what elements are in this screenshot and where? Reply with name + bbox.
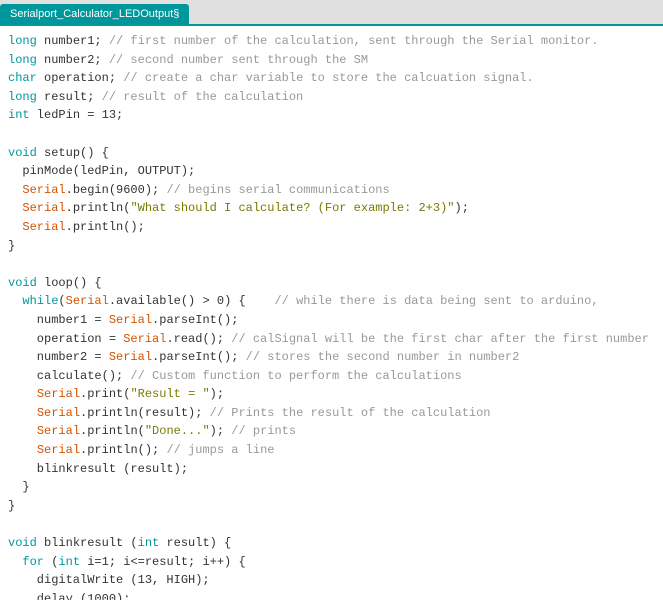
code-line-18: number2 = Serial.parseInt(); // stores t…: [8, 348, 655, 367]
active-tab[interactable]: Serialport_Calculator_LEDOutput§: [0, 4, 189, 24]
code-line-26: }: [8, 497, 655, 516]
code-line-11: Serial.println();: [8, 218, 655, 237]
code-line-1: long number1; // first number of the cal…: [8, 32, 655, 51]
code-line-17: operation = Serial.read(); // calSignal …: [8, 330, 655, 349]
code-line-10: Serial.println("What should I calculate?…: [8, 199, 655, 218]
code-line-27: [8, 515, 655, 534]
code-line-19: calculate(); // Custom function to perfo…: [8, 367, 655, 386]
code-line-6: [8, 125, 655, 144]
code-line-20: Serial.print("Result = ");: [8, 385, 655, 404]
code-line-9: Serial.begin(9600); // begins serial com…: [8, 181, 655, 200]
code-line-23: Serial.println(); // jumps a line: [8, 441, 655, 460]
tab-bar: Serialport_Calculator_LEDOutput§: [0, 0, 663, 26]
code-line-25: }: [8, 478, 655, 497]
tab-label: Serialport_Calculator_LEDOutput§: [10, 8, 179, 20]
code-line-4: long result; // result of the calculatio…: [8, 88, 655, 107]
code-editor: long number1; // first number of the cal…: [0, 26, 663, 600]
code-line-24: blinkresult (result);: [8, 460, 655, 479]
code-line-16: number1 = Serial.parseInt();: [8, 311, 655, 330]
code-line-21: Serial.println(result); // Prints the re…: [8, 404, 655, 423]
code-line-30: digitalWrite (13, HIGH);: [8, 571, 655, 590]
code-line-15: while(Serial.available() > 0) { // while…: [8, 292, 655, 311]
code-line-31: delay (1000);: [8, 590, 655, 600]
code-line-2: long number2; // second number sent thro…: [8, 51, 655, 70]
code-line-12: }: [8, 237, 655, 256]
code-line-3: char operation; // create a char variabl…: [8, 69, 655, 88]
code-line-29: for (int i=1; i<=result; i++) {: [8, 553, 655, 572]
code-line-28: void blinkresult (int result) {: [8, 534, 655, 553]
code-line-8: pinMode(ledPin, OUTPUT);: [8, 162, 655, 181]
code-line-13: [8, 255, 655, 274]
code-line-14: void loop() {: [8, 274, 655, 293]
code-line-22: Serial.println("Done..."); // prints: [8, 422, 655, 441]
code-line-7: void setup() {: [8, 144, 655, 163]
code-line-5: int ledPin = 13;: [8, 106, 655, 125]
